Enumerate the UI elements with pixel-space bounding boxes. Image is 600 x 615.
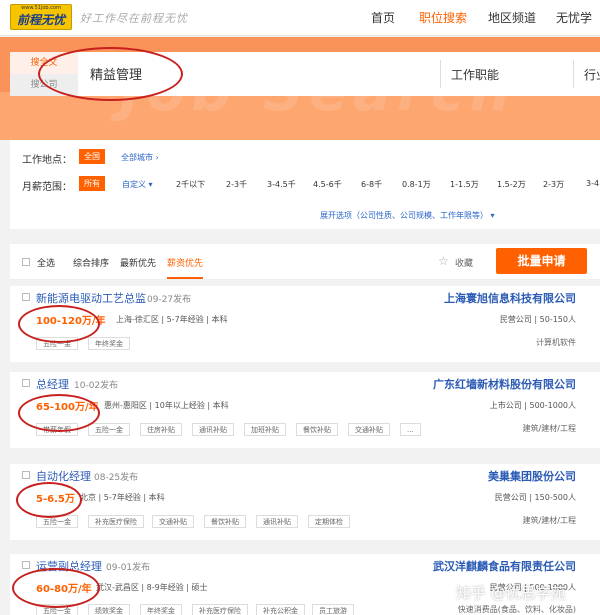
annotation-ellipse-salary bbox=[18, 305, 100, 343]
salary-label: 月薪范围： bbox=[22, 182, 72, 193]
job-info: 武汉-武昌区 | 8-9年经验 | 硕士 bbox=[96, 583, 208, 592]
sort-latest[interactable]: 最新优先 bbox=[120, 256, 156, 269]
industry-select[interactable]: 行业 bbox=[584, 66, 600, 83]
job-tag: 加班补贴 bbox=[244, 423, 286, 436]
job-checkbox[interactable] bbox=[22, 471, 30, 479]
company-industry: 计算机软件 bbox=[536, 338, 576, 347]
job-title[interactable]: 总经理 bbox=[36, 376, 69, 392]
job-tag: 员工旅游 bbox=[312, 604, 354, 615]
salary-option[interactable]: 3-4.5 bbox=[586, 179, 600, 188]
nav-job-search[interactable]: 职位搜索 bbox=[419, 0, 467, 36]
company-name[interactable]: 武汉洋麒麟食品有限责任公司 bbox=[433, 558, 576, 574]
salary-option[interactable]: 1.5-2万 bbox=[497, 179, 526, 190]
star-icon[interactable]: ☆ bbox=[438, 254, 449, 268]
search-divider bbox=[573, 60, 574, 88]
nav-region-channel[interactable]: 地区频道 bbox=[488, 0, 536, 36]
51job-logo[interactable]: www.51job.com 前程无忧 bbox=[10, 4, 72, 30]
job-checkbox[interactable] bbox=[22, 293, 30, 301]
salary-option[interactable]: 1-1.5万 bbox=[450, 179, 479, 190]
company-name[interactable]: 上海寰旭信息科技有限公司 bbox=[444, 290, 576, 306]
job-tag: 餐饮补贴 bbox=[204, 515, 246, 528]
location-label: 工作地点： bbox=[22, 155, 72, 166]
annotation-ellipse-keyword bbox=[38, 47, 183, 101]
job-tag: 补充医疗保险 bbox=[192, 604, 248, 615]
annotation-ellipse-salary bbox=[18, 394, 100, 432]
company-industry: 建筑/建材/工程 bbox=[522, 424, 576, 433]
job-info: 上海-徐汇区 | 5-7年经验 | 本科 bbox=[116, 315, 228, 324]
job-tag: 通讯补贴 bbox=[192, 423, 234, 436]
job-tag: 年终奖金 bbox=[88, 337, 130, 350]
job-date: 08-25发布 bbox=[94, 473, 139, 483]
job-tag: 交通补贴 bbox=[152, 515, 194, 528]
company-industry: 建筑/建材/工程 bbox=[522, 516, 576, 525]
job-checkbox[interactable] bbox=[22, 379, 30, 387]
collect-button[interactable]: 收藏 bbox=[455, 256, 473, 269]
batch-apply-button[interactable]: 批量申请 bbox=[496, 248, 587, 274]
job-checkbox[interactable] bbox=[22, 561, 30, 569]
nav-learning[interactable]: 无忧学园 bbox=[556, 0, 600, 61]
location-all-button[interactable]: 全国 bbox=[79, 149, 105, 164]
company-name[interactable]: 美巢集团股份公司 bbox=[488, 468, 576, 484]
active-sort-underline bbox=[167, 277, 203, 279]
top-nav-bar: www.51job.com 前程无忧 好工作尽在前程无忧 首页 职位搜索 地区频… bbox=[0, 0, 600, 61]
job-tag: 五险一金 bbox=[88, 423, 130, 436]
salary-option[interactable]: 6-8千 bbox=[361, 179, 382, 190]
job-tag: 定期体检 bbox=[308, 515, 350, 528]
company-type: 民营公司 | 50-150人 bbox=[499, 315, 576, 324]
job-tag: 绩效奖金 bbox=[88, 604, 130, 615]
logo-text: 前程无忧 bbox=[16, 13, 65, 27]
salary-custom-dropdown[interactable]: 自定义 ▾ bbox=[122, 179, 153, 190]
job-date: 09-01发布 bbox=[106, 563, 151, 573]
job-tag: 交通补贴 bbox=[348, 423, 390, 436]
job-tag: 餐饮补贴 bbox=[296, 423, 338, 436]
job-tag: 补充医疗保险 bbox=[88, 515, 144, 528]
salary-option[interactable]: 0.8-1万 bbox=[402, 179, 431, 190]
job-tag: 补充公积金 bbox=[256, 604, 305, 615]
company-name[interactable]: 广东红墙新材料股份有限公司 bbox=[433, 376, 576, 392]
filter-panel: 工作地点： 全国 全部城市 › 月薪范围： 所有 自定义 ▾ 2千以下 2-3千… bbox=[10, 140, 600, 229]
job-tag: 年终奖金 bbox=[140, 604, 182, 615]
job-function-select[interactable]: 工作职能 bbox=[451, 66, 499, 83]
sort-salary[interactable]: 薪资优先 bbox=[167, 256, 203, 269]
company-industry: 快速消费品(食品、饮料、化妆品) bbox=[457, 605, 576, 614]
salary-option[interactable]: 4.5-6千 bbox=[313, 179, 342, 190]
job-title[interactable]: 新能源电驱动工艺总监 bbox=[36, 290, 146, 306]
annotation-ellipse-salary bbox=[12, 568, 100, 608]
search-divider bbox=[440, 60, 441, 88]
job-date: 09-27发布 bbox=[147, 295, 192, 305]
select-all-label[interactable]: 全选 bbox=[37, 256, 55, 269]
location-cities-link[interactable]: 全部城市 › bbox=[121, 152, 159, 163]
company-type: 上市公司 | 500-1000人 bbox=[489, 401, 576, 410]
job-card[interactable]: 自动化经理 08-25发布 5-6.5万 北京 | 5-7年经验 | 本科 五险… bbox=[10, 464, 600, 540]
job-info: 惠州-惠阳区 | 10年以上经验 | 本科 bbox=[104, 401, 229, 410]
salary-option[interactable]: 2-3万 bbox=[543, 179, 564, 190]
salary-option[interactable]: 2千以下 bbox=[176, 179, 205, 190]
job-date: 10-02发布 bbox=[74, 381, 119, 391]
job-tag: 通讯补贴 bbox=[256, 515, 298, 528]
annotation-ellipse-salary bbox=[16, 482, 82, 518]
source-watermark: 知乎 @优思学苑 bbox=[456, 584, 566, 602]
job-tag: 住房补贴 bbox=[140, 423, 182, 436]
job-info: 北京 | 5-7年经验 | 本科 bbox=[80, 493, 165, 502]
nav-home[interactable]: 首页 bbox=[371, 0, 395, 36]
expand-options-link[interactable]: 展开选项（公司性质、公司规模、工作年限等） ▾ bbox=[320, 210, 495, 221]
salary-option[interactable]: 2-3千 bbox=[226, 179, 247, 190]
sort-default[interactable]: 综合排序 bbox=[73, 256, 109, 269]
slogan: 好工作尽在前程无忧 bbox=[80, 12, 188, 25]
select-all-checkbox[interactable] bbox=[22, 258, 30, 266]
company-type: 民营公司 | 150-500人 bbox=[494, 493, 576, 502]
job-tag-more[interactable]: ... bbox=[400, 423, 421, 436]
result-toolbar: 全选 综合排序 最新优先 薪资优先 ☆ 收藏 批量申请 bbox=[10, 244, 600, 280]
logo-url: www.51job.com bbox=[21, 5, 61, 11]
salary-all-button[interactable]: 所有 bbox=[79, 176, 105, 191]
salary-option[interactable]: 3-4.5千 bbox=[267, 179, 296, 190]
